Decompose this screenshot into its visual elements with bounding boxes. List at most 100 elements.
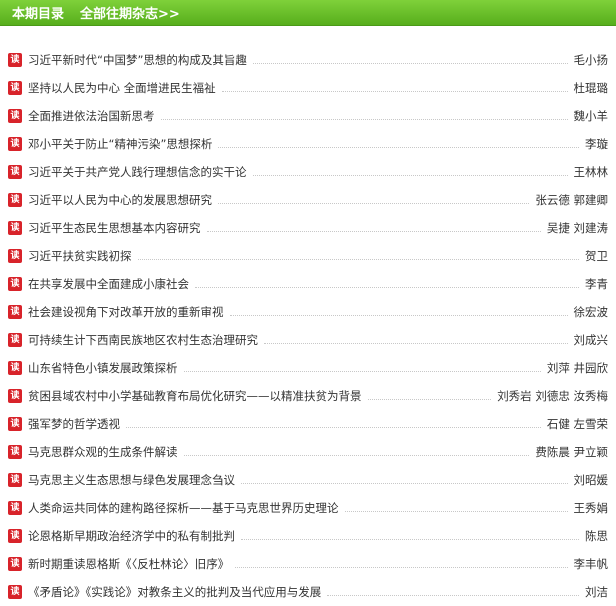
- article-row[interactable]: 读社会建设视角下对改革开放的重新审视 徐宏波: [0, 298, 616, 326]
- read-icon[interactable]: 读: [8, 473, 22, 487]
- article-title-link[interactable]: 新时期重读恩格斯《〈反杜林论〉旧序》: [28, 556, 229, 572]
- read-icon[interactable]: 读: [8, 557, 22, 571]
- article-title-link[interactable]: 论恩格斯早期政治经济学中的私有制批判: [28, 528, 235, 544]
- dotted-leader: [344, 510, 568, 512]
- read-icon[interactable]: 读: [8, 165, 22, 179]
- article-author: 王秀娟: [573, 501, 609, 515]
- read-icon[interactable]: 读: [8, 53, 22, 67]
- article-author: 费陈晨 尹立颖: [535, 445, 608, 459]
- article-title-link[interactable]: 社会建设视角下对改革开放的重新审视: [28, 304, 224, 320]
- dotted-leader: [264, 342, 568, 344]
- article-author: 陈思: [585, 529, 608, 543]
- dotted-leader: [126, 426, 541, 428]
- read-icon[interactable]: 读: [8, 417, 22, 431]
- article-title-link[interactable]: 习近平关于共产党人践行理想信念的实干论: [28, 164, 247, 180]
- article-author: 徐宏波: [573, 305, 609, 319]
- article-title-link[interactable]: 习近平新时代“中国梦”思想的构成及其旨趣: [28, 52, 247, 68]
- article-author: 毛小扬: [573, 53, 609, 67]
- article-author: 张云德 郭建卿: [535, 193, 608, 207]
- dotted-leader: [252, 62, 568, 64]
- read-icon[interactable]: 读: [8, 305, 22, 319]
- article-title-link[interactable]: 坚持以人民为中心 全面增进民生福祉: [28, 80, 216, 96]
- read-icon[interactable]: 读: [8, 501, 22, 515]
- dotted-leader: [221, 90, 568, 92]
- article-author: 李青: [585, 277, 608, 291]
- article-row[interactable]: 读习近平关于共产党人践行理想信念的实干论 王林林: [0, 158, 616, 186]
- article-row[interactable]: 读马克思群众观的生成条件解读 费陈晨 尹立颖: [0, 438, 616, 466]
- read-icon[interactable]: 读: [8, 277, 22, 291]
- dotted-leader: [252, 174, 568, 176]
- article-title-link[interactable]: 全面推进依法治国新思考: [28, 108, 155, 124]
- dotted-leader: [241, 482, 568, 484]
- article-title-link[interactable]: 人类命运共同体的建构路径探析——基于马克思世界历史理论: [28, 500, 339, 516]
- article-row[interactable]: 读强军梦的哲学透视 石健 左雪荣: [0, 410, 616, 438]
- article-list: 读习近平新时代“中国梦”思想的构成及其旨趣 毛小扬读坚持以人民为中心 全面增进民生…: [0, 46, 616, 606]
- article-title-link[interactable]: 马克思群众观的生成条件解读: [28, 444, 178, 460]
- article-row[interactable]: 读贫困县域农村中小学基础教育布局优化研究——以精准扶贫为背景 刘秀岩 刘德忠 汝秀…: [0, 382, 616, 410]
- dotted-leader: [183, 370, 541, 372]
- dotted-leader: [327, 594, 579, 596]
- article-row[interactable]: 读马克思主义生态思想与绿色发展理念刍议 刘昭媛: [0, 466, 616, 494]
- dotted-leader: [206, 230, 541, 232]
- article-row[interactable]: 读习近平生态民生思想基本内容研究 吴捷 刘建涛: [0, 214, 616, 242]
- dotted-leader: [195, 286, 579, 288]
- dotted-leader: [218, 202, 530, 204]
- dotted-leader: [137, 258, 579, 260]
- article-author: 刘萍 井园欣: [546, 361, 608, 375]
- article-row[interactable]: 读山东省特色小镇发展政策探析 刘萍 井园欣: [0, 354, 616, 382]
- article-title-link[interactable]: 贫困县域农村中小学基础教育布局优化研究——以精准扶贫为背景: [28, 388, 362, 404]
- current-issue-title: 本期目录: [12, 7, 65, 22]
- read-icon[interactable]: 读: [8, 333, 22, 347]
- article-title-link[interactable]: 邓小平关于防止“精神污染”思想探析: [28, 136, 212, 152]
- read-icon[interactable]: 读: [8, 361, 22, 375]
- read-icon[interactable]: 读: [8, 221, 22, 235]
- read-icon[interactable]: 读: [8, 249, 22, 263]
- article-title-link[interactable]: 山东省特色小镇发展政策探析: [28, 360, 178, 376]
- article-row[interactable]: 读习近平以人民为中心的发展思想研究 张云德 郭建卿: [0, 186, 616, 214]
- all-past-issues-link[interactable]: 全部往期杂志>>: [80, 3, 180, 22]
- dotted-leader: [241, 538, 579, 540]
- article-row[interactable]: 读习近平新时代“中国梦”思想的构成及其旨趣 毛小扬: [0, 46, 616, 74]
- article-row[interactable]: 读坚持以人民为中心 全面增进民生福祉 杜琨璐: [0, 74, 616, 102]
- dotted-leader: [160, 118, 568, 120]
- catalog-header: 本期目录 全部往期杂志>>: [0, 0, 616, 26]
- dotted-leader: [229, 314, 568, 316]
- article-title-link[interactable]: 强军梦的哲学透视: [28, 416, 120, 432]
- dotted-leader: [235, 566, 568, 568]
- article-title-link[interactable]: 在共享发展中全面建成小康社会: [28, 276, 189, 292]
- article-author: 吴捷 刘建涛: [546, 221, 608, 235]
- article-author: 李璇: [585, 137, 608, 151]
- read-icon[interactable]: 读: [8, 585, 22, 599]
- read-icon[interactable]: 读: [8, 81, 22, 95]
- article-author: 魏小羊: [573, 109, 609, 123]
- read-icon[interactable]: 读: [8, 445, 22, 459]
- article-row[interactable]: 读邓小平关于防止“精神污染”思想探析 李璇: [0, 130, 616, 158]
- read-icon[interactable]: 读: [8, 389, 22, 403]
- article-row[interactable]: 读全面推进依法治国新思考 魏小羊: [0, 102, 616, 130]
- article-author: 刘洁: [585, 585, 608, 599]
- read-icon[interactable]: 读: [8, 109, 22, 123]
- article-author: 刘昭媛: [573, 473, 609, 487]
- article-title-link[interactable]: 马克思主义生态思想与绿色发展理念刍议: [28, 472, 235, 488]
- article-author: 刘秀岩 刘德忠 汝秀梅: [497, 389, 608, 403]
- article-title-link[interactable]: 《矛盾论》《实践论》对教条主义的批判及当代应用与发展: [28, 584, 321, 600]
- read-icon[interactable]: 读: [8, 193, 22, 207]
- article-title-link[interactable]: 习近平扶贫实践初探: [28, 248, 132, 264]
- article-row[interactable]: 读在共享发展中全面建成小康社会 李青: [0, 270, 616, 298]
- article-author: 贺卫: [585, 249, 608, 263]
- dotted-leader: [183, 454, 530, 456]
- dotted-leader: [367, 398, 492, 400]
- article-author: 石健 左雪荣: [546, 417, 608, 431]
- article-title-link[interactable]: 习近平生态民生思想基本内容研究: [28, 220, 201, 236]
- article-row[interactable]: 读论恩格斯早期政治经济学中的私有制批判 陈思: [0, 522, 616, 550]
- article-title-link[interactable]: 习近平以人民为中心的发展思想研究: [28, 192, 212, 208]
- article-author: 王林林: [573, 165, 609, 179]
- article-row[interactable]: 读人类命运共同体的建构路径探析——基于马克思世界历史理论 王秀娟: [0, 494, 616, 522]
- read-icon[interactable]: 读: [8, 529, 22, 543]
- article-row[interactable]: 读可持续生计下西南民族地区农村生态治理研究 刘成兴: [0, 326, 616, 354]
- article-row[interactable]: 读新时期重读恩格斯《〈反杜林论〉旧序》 李丰帆: [0, 550, 616, 578]
- article-title-link[interactable]: 可持续生计下西南民族地区农村生态治理研究: [28, 332, 258, 348]
- read-icon[interactable]: 读: [8, 137, 22, 151]
- article-row[interactable]: 读习近平扶贫实践初探 贺卫: [0, 242, 616, 270]
- article-author: 杜琨璐: [573, 81, 609, 95]
